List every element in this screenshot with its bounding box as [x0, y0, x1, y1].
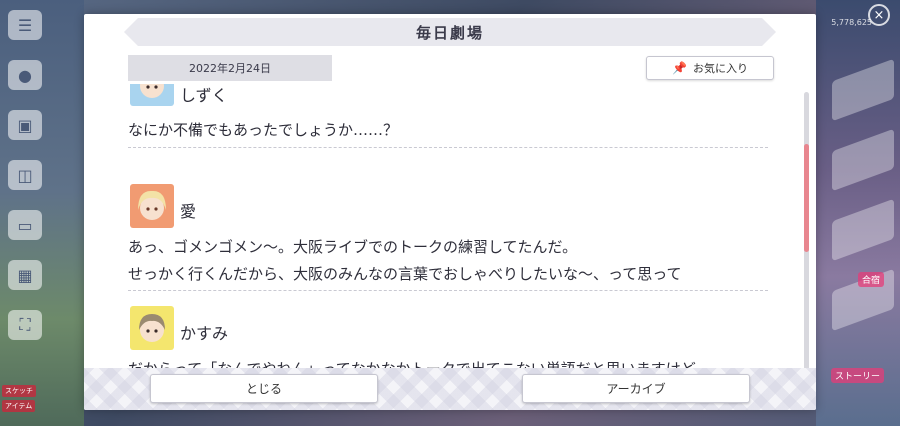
dialogue-line: あっ、ゴメンゴメン～。大阪ライブでのトークの練習してたんだ。 — [128, 238, 578, 256]
pin-icon: 📌 — [672, 61, 687, 75]
favorite-button[interactable]: 📌 お気に入り — [646, 56, 774, 80]
background-label-item: アイテム — [2, 400, 36, 412]
dialogue-line: せっかく行くんだから、大阪のみんなの言葉でおしゃべりしたいな～、って思って — [128, 265, 682, 283]
menu-icon: ☰ — [8, 10, 42, 40]
background-label-story: ストーリー — [830, 368, 884, 383]
avatar-ai — [130, 184, 174, 228]
archive-button[interactable]: アーカイブ — [522, 374, 750, 403]
scrollbar[interactable] — [804, 92, 809, 370]
screen-icon: ▭ — [8, 210, 42, 240]
background-right-panel: 5,778,625 合宿 ストーリー — [816, 0, 900, 426]
close-button[interactable]: とじる — [150, 374, 378, 403]
avatar-kasumi — [130, 306, 174, 350]
background-left-panel: ☰ ● ▣ ◫ ▭ ▦ ⛶ スケッチ アイテム — [0, 0, 84, 426]
close-icon[interactable]: × — [868, 4, 890, 26]
daily-theater-modal: 毎日劇場 2022年2月24日 📌 お気に入り しずく なにか不備でもあったでし… — [84, 14, 816, 410]
entry-divider — [128, 147, 768, 148]
present-icon: ▣ — [8, 110, 42, 140]
speaker-name: かすみ — [180, 324, 229, 343]
modal-footer: とじる アーカイブ — [84, 368, 816, 410]
background-label-camp: 合宿 — [857, 272, 884, 287]
speaker-name: 愛 — [180, 202, 197, 221]
chat-icon: ● — [8, 60, 42, 90]
right-tile — [832, 198, 894, 262]
scrollbar-thumb[interactable] — [804, 144, 809, 252]
grid-icon: ▦ — [8, 260, 42, 290]
date-badge: 2022年2月24日 — [128, 55, 332, 81]
modal-title: 毎日劇場 — [124, 18, 776, 46]
right-tile — [832, 58, 894, 122]
gift-icon: ◫ — [8, 160, 42, 190]
right-tile — [832, 128, 894, 192]
avatar-shizuku — [130, 84, 174, 106]
background-label-sketch: スケッチ — [2, 385, 36, 397]
favorite-button-label: お気に入り — [692, 62, 748, 75]
speaker-name: しずく — [180, 86, 228, 105]
dialogue-list[interactable]: しずく なにか不備でもあったでしょうか……？ 愛 あっ、ゴメンゴメン～。大阪ライ… — [128, 84, 772, 374]
dialogue-line: なにか不備でもあったでしょうか……？ — [128, 121, 399, 139]
entry-divider — [128, 290, 768, 291]
frame-icon: ⛶ — [8, 310, 42, 340]
currency-readout: 5,778,625 — [831, 18, 872, 27]
